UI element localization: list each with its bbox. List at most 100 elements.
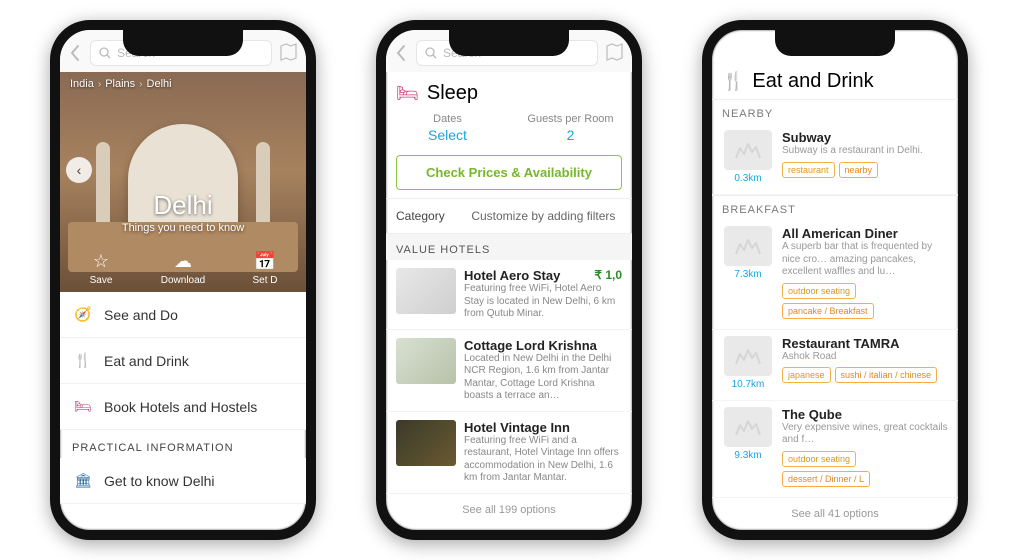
poi-placeholder-icon [724, 226, 772, 266]
book-icon: 🛏 [74, 398, 92, 415]
filter-tabs: Category Customize by adding filters [386, 198, 632, 234]
page-title-row: 🍴 Eat and Drink [712, 60, 958, 99]
hero-action-label: Save [90, 275, 113, 286]
dates-guests-row: Dates Select Guests per Room 2 [386, 111, 632, 149]
check-prices-button[interactable]: Check Prices & Availability [396, 155, 622, 190]
menu-item-eat-drink[interactable]: 🍴 Eat and Drink [60, 338, 306, 384]
poi-tag[interactable]: outdoor seating [782, 451, 856, 467]
poi-tags: japanesesushi / italian / chinese [782, 367, 948, 383]
hotel-description: Featuring free WiFi and a restaurant, Ho… [464, 435, 622, 485]
poi-name: All American Diner [782, 226, 948, 241]
search-icon [425, 47, 437, 59]
device-notch [449, 30, 569, 56]
map-icon[interactable] [278, 42, 300, 64]
search-icon [99, 47, 111, 59]
poi-distance: 7.3km [734, 269, 761, 280]
poi-row[interactable]: 10.7kmRestaurant TAMRAAshok Roadjapanese… [712, 330, 958, 401]
hero-action-save[interactable]: ☆ Save [60, 251, 142, 286]
hotel-price: ₹ 1,0 [594, 268, 622, 283]
see-all-eat-link[interactable]: See all 41 options [712, 498, 958, 530]
page-title: Sleep [427, 82, 478, 105]
poi-tags: restaurantnearby [782, 162, 948, 178]
group-header: NEARBY [712, 99, 958, 124]
breadcrumb-item[interactable]: India [70, 78, 94, 90]
hero-action-label: Set D [252, 275, 277, 286]
poi-placeholder-icon [724, 130, 772, 170]
main-menu: 🧭 See and Do 🍴 Eat and Drink 🛏 Book Hotels an… [60, 292, 306, 430]
device-notch [123, 30, 243, 56]
poi-name: Restaurant TAMRA [782, 336, 948, 351]
poi-tag[interactable]: restaurant [782, 162, 835, 178]
poi-name: Subway [782, 130, 948, 145]
breadcrumb[interactable]: India › Plains › Delhi [70, 78, 172, 90]
download-icon: ☁ [174, 251, 192, 272]
menu-item-label: Eat and Drink [104, 353, 189, 369]
menu-item-book[interactable]: 🛏 Book Hotels and Hostels [60, 384, 306, 430]
breadcrumb-item[interactable]: Delhi [147, 78, 172, 90]
hero-action-download[interactable]: ☁ Download [142, 251, 224, 286]
hotel-row[interactable]: Hotel Aero Stay₹ 1,0Featuring free WiFi,… [386, 260, 632, 330]
device-notch [775, 30, 895, 56]
menu-item-see-and-do[interactable]: 🧭 See and Do [60, 292, 306, 338]
poi-tag[interactable]: sushi / italian / chinese [835, 367, 938, 383]
chevron-right-icon: › [98, 79, 101, 90]
guests-value: 2 [509, 127, 632, 143]
dates-value: Select [386, 127, 509, 143]
poi-tag[interactable]: pancake / Breakfast [782, 303, 874, 319]
fork-knife-icon: 🍴 [722, 71, 744, 92]
group-header-lunch: LUNCH [712, 530, 958, 541]
hotel-row[interactable]: Cottage Lord KrishnaLocated in New Delhi… [386, 330, 632, 412]
dates-label: Dates [386, 113, 509, 125]
dates-selector[interactable]: Dates Select [386, 113, 509, 143]
page-title: Eat and Drink [752, 70, 873, 93]
poi-description: Very expensive wines, great cocktails an… [782, 422, 948, 447]
menu-item-label: Get to know Delhi [104, 473, 215, 489]
back-button[interactable] [66, 41, 84, 65]
eat-drink-icon: 🍴 [74, 352, 92, 369]
phone-eat-drink: 🍴 Eat and Drink NEARBY 0.3km SubwaySubway … [702, 20, 968, 540]
poi-row[interactable]: 9.3kmThe QubeVery expensive wines, great… [712, 401, 958, 498]
hotel-description: Located in New Delhi in the Delhi NCR Re… [464, 353, 622, 403]
poi-placeholder-icon [724, 407, 772, 447]
hero-image: ‹ Delhi Things you need to know ☆Save☁Do… [60, 72, 306, 292]
hero-actions: ☆ Save ☁ Download 📅Set D [60, 251, 306, 286]
bed-icon: 🛏 [396, 83, 419, 104]
poi-placeholder-icon [724, 336, 772, 376]
hero-action-set-date[interactable]: 📅Set D [224, 251, 306, 286]
hero-prev-button[interactable]: ‹ [66, 157, 92, 183]
see-all-hotels-link[interactable]: See all 199 options [386, 494, 632, 526]
map-icon[interactable] [604, 42, 626, 64]
poi-tag[interactable]: japanese [782, 367, 831, 383]
save-icon: ☆ [93, 251, 109, 272]
menu-item-get-to-know[interactable]: 🏛Get to know Delhi [60, 458, 306, 504]
section-header-practical: PRACTICAL INFORMATION [60, 430, 306, 458]
poi-row[interactable]: 7.3kmAll American DinerA superb bar that… [712, 220, 958, 330]
poi-distance: 0.3km [734, 173, 761, 184]
guests-selector[interactable]: Guests per Room 2 [509, 113, 632, 143]
phone-delhi: Search ‹ Delhi Things you need to know ☆… [50, 20, 316, 540]
hotel-name: Hotel Aero Stay [464, 268, 560, 283]
poi-description: Ashok Road [782, 351, 948, 364]
poi-tag[interactable]: nearby [839, 162, 879, 178]
poi-row[interactable]: 0.3km SubwaySubway is a restaurant in Del… [712, 124, 958, 195]
hero-action-label: Download [161, 275, 205, 286]
breadcrumb-item[interactable]: Plains [105, 78, 135, 90]
menu-item-label: Book Hotels and Hostels [104, 399, 257, 415]
section-header-value-hotels: VALUE HOTELS [386, 234, 632, 260]
poi-tags: outdoor seating dessert / Dinner / L [782, 451, 948, 487]
tab-category[interactable]: Category [386, 199, 455, 233]
practical-menu: 🏛Get to know Delhi [60, 458, 306, 504]
poi-tag[interactable]: outdoor seating [782, 283, 856, 299]
chevron-right-icon: › [139, 79, 142, 90]
menu-item-label: See and Do [104, 307, 178, 323]
back-button[interactable] [392, 41, 410, 65]
poi-groups: NEARBY 0.3km SubwaySubway is a restaurant … [712, 99, 958, 498]
poi-description: Subway is a restaurant in Delhi. [782, 145, 948, 158]
poi-tag[interactable]: dessert / Dinner / L [782, 471, 870, 487]
poi-tags: outdoor seating pancake / Breakfast [782, 283, 948, 319]
hotel-row[interactable]: Hotel Vintage InnFeaturing free WiFi and… [386, 412, 632, 494]
hotel-thumbnail [396, 268, 456, 314]
see-and-do-icon: 🧭 [74, 306, 92, 323]
tab-customize-filters[interactable]: Customize by adding filters [455, 199, 632, 233]
page-title-row: 🛏 Sleep [386, 72, 632, 111]
